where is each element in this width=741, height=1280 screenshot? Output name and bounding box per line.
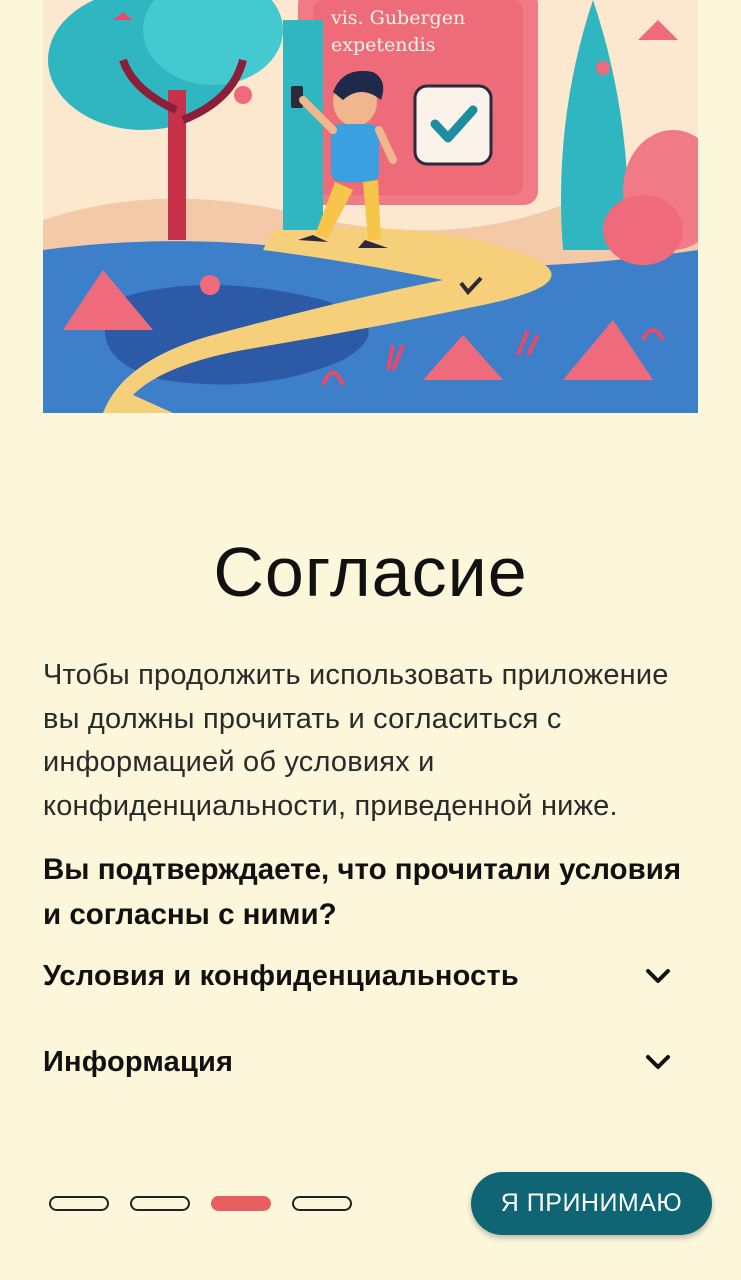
page-title: Согласие [213,533,528,611]
page-dot-3-active[interactable] [211,1196,271,1211]
sign-text-line1: vis. Gubergen [330,7,465,29]
accordion-terms-label: Условия и конфиденциальность [43,959,519,992]
accordion-terms-privacy[interactable]: Условия и конфиденциальность [43,951,673,1001]
consent-question: Вы подтверждаете, что прочитали условия … [43,853,682,931]
hero-illustration: vis. Gubergen expetendis [43,0,698,413]
accordion-info-label: Информация [43,1045,234,1078]
accordion-information[interactable]: Информация [43,1037,673,1087]
chevron-down-icon[interactable] [643,1047,673,1077]
page-indicator [49,1196,352,1211]
sign-text-line2: expetendis [331,34,435,56]
page-dot-4[interactable] [292,1196,352,1211]
accept-button[interactable]: Я ПРИНИМАЮ [471,1172,712,1235]
consent-description: Чтобы продолжить использовать приложение… [43,659,669,822]
page-dot-2[interactable] [130,1196,190,1211]
chevron-down-icon[interactable] [643,961,673,991]
page-dot-1[interactable] [49,1196,109,1211]
